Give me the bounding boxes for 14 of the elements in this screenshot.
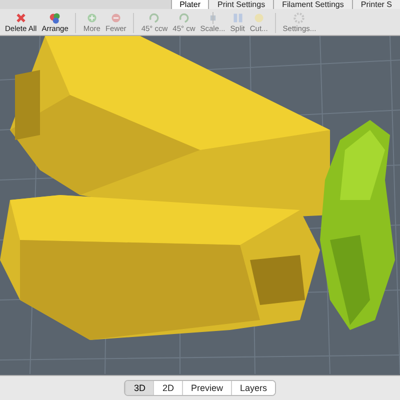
rotate-icon	[178, 12, 190, 24]
rotate-icon	[148, 12, 160, 24]
view-tab[interactable]: 3D	[124, 381, 154, 395]
cross-icon	[14, 12, 27, 24]
plus-icon	[86, 12, 98, 24]
tab[interactable]: Printer S	[352, 0, 400, 9]
minus-icon	[110, 12, 122, 24]
settings-icon	[293, 12, 306, 24]
split-icon	[232, 12, 244, 24]
circles-icon	[49, 12, 62, 24]
tab[interactable]: Filament Settings	[273, 0, 352, 9]
tab[interactable]: Print Settings	[208, 0, 274, 9]
view-tab[interactable]: Layers	[231, 381, 276, 395]
tab[interactable]: Plater	[170, 0, 208, 9]
